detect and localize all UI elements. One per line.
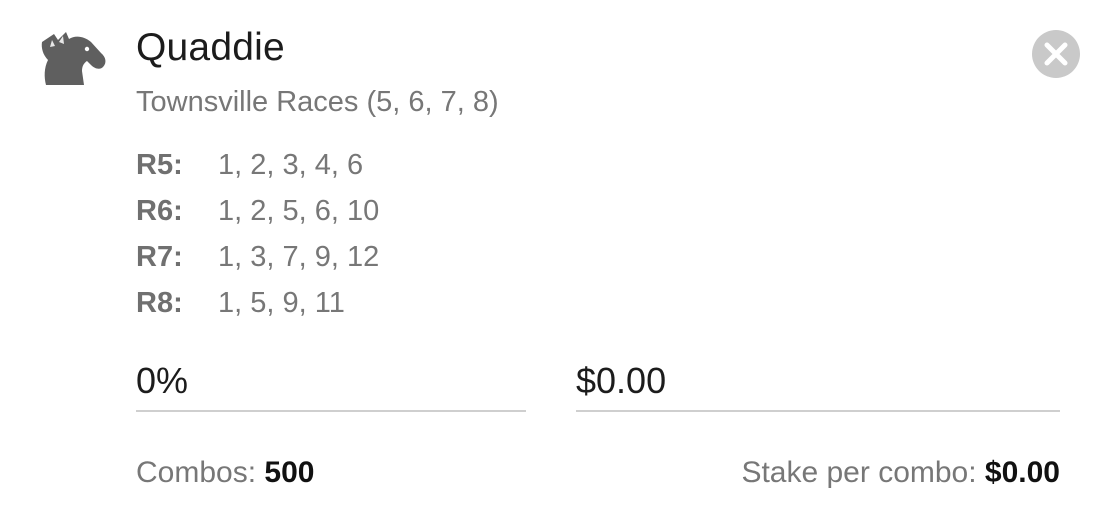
leg-row-r7: R7: 1, 3, 7, 9, 12 [136,234,379,280]
leg-row-r8: R8: 1, 5, 9, 11 [136,280,379,326]
combos-value: 500 [264,456,315,489]
leg-label: R8: [136,286,183,319]
leg-runners: 1, 2, 5, 6, 10 [218,194,380,227]
stake-label: Stake per combo: [741,456,977,489]
percentage-input[interactable]: 0% [136,352,526,412]
amount-input[interactable]: $0.00 [576,352,1060,412]
leg-label: R6: [136,194,183,227]
close-button[interactable] [1032,30,1080,78]
close-icon [1044,42,1068,66]
leg-runners: 1, 3, 7, 9, 12 [218,240,380,273]
stake-summary: Stake per combo: $0.00 [741,456,1060,490]
stake-value: $0.00 [984,456,1060,489]
leg-label: R7: [136,240,183,273]
meeting-subtitle: Townsville Races (5, 6, 7, 8) [136,86,499,118]
leg-runners: 1, 5, 9, 11 [218,286,345,319]
legs-list: R5: 1, 2, 3, 4, 6 R6: 1, 2, 5, 6, 10 R7:… [136,142,379,326]
leg-row-r6: R6: 1, 2, 5, 6, 10 [136,188,379,234]
bet-title: Quaddie [136,26,285,69]
combos-label: Combos: [136,456,257,489]
leg-label: R5: [136,148,183,181]
leg-row-r5: R5: 1, 2, 3, 4, 6 [136,142,379,188]
leg-runners: 1, 2, 3, 4, 6 [218,148,364,181]
combos-summary: Combos: 500 [136,456,314,490]
horse-head-icon [41,32,106,85]
